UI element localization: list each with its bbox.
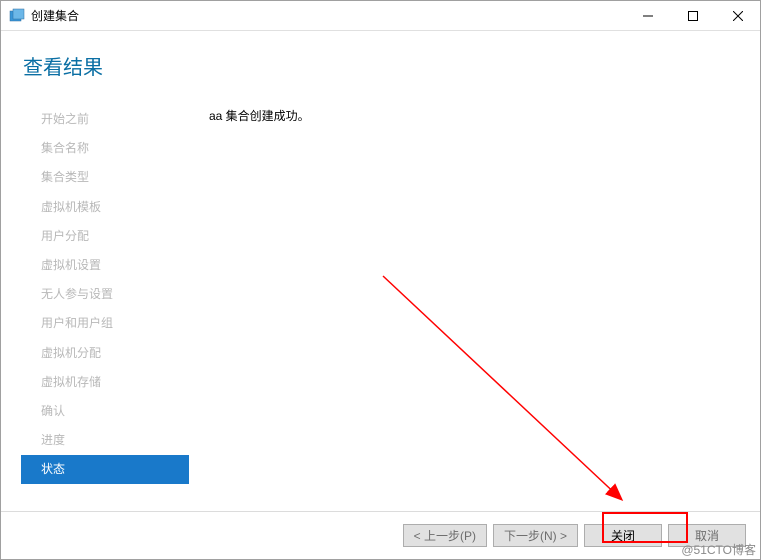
body-area: 查看结果 开始之前 集合名称 集合类型 虚拟机模板 用户分配 虚拟机设置 无人参… [1, 31, 760, 511]
main-pane: aa 集合创建成功。 [209, 105, 740, 511]
sidebar-item-unattended: 无人参与设置 [21, 280, 189, 309]
cancel-button: 取消 [668, 524, 746, 547]
sidebar-item-before-begin: 开始之前 [21, 105, 189, 134]
next-button: 下一步(N) > [493, 524, 578, 547]
sidebar-item-vm-storage: 虚拟机存储 [21, 368, 189, 397]
sidebar-item-vm-allocation: 虚拟机分配 [21, 339, 189, 368]
wizard-window: 创建集合 查看结果 开始之前 集合名称 集合类型 虚拟机模板 用户分配 虚拟机设… [0, 0, 761, 560]
wizard-sidebar: 开始之前 集合名称 集合类型 虚拟机模板 用户分配 虚拟机设置 无人参与设置 用… [21, 105, 189, 511]
close-button[interactable]: 关闭 [584, 524, 662, 547]
sidebar-item-vm-settings: 虚拟机设置 [21, 251, 189, 280]
sidebar-item-user-assignment: 用户分配 [21, 222, 189, 251]
window-title: 创建集合 [31, 7, 625, 24]
sidebar-item-status[interactable]: 状态 [21, 455, 189, 484]
content-row: 开始之前 集合名称 集合类型 虚拟机模板 用户分配 虚拟机设置 无人参与设置 用… [21, 105, 740, 511]
previous-button: < 上一步(P) [403, 524, 487, 547]
page-title: 查看结果 [23, 51, 740, 80]
sidebar-item-vm-template: 虚拟机模板 [21, 193, 189, 222]
sidebar-item-users-groups: 用户和用户组 [21, 309, 189, 338]
minimize-button[interactable] [625, 1, 670, 30]
window-controls [625, 1, 760, 30]
status-message: aa 集合创建成功。 [209, 107, 740, 124]
footer: < 上一步(P) 下一步(N) > 关闭 取消 [1, 511, 760, 559]
close-window-button[interactable] [715, 1, 760, 30]
titlebar: 创建集合 [1, 1, 760, 31]
sidebar-item-progress: 进度 [21, 426, 189, 455]
sidebar-item-collection-type: 集合类型 [21, 163, 189, 192]
sidebar-item-confirm: 确认 [21, 397, 189, 426]
app-icon [9, 8, 25, 24]
maximize-button[interactable] [670, 1, 715, 30]
sidebar-item-collection-name: 集合名称 [21, 134, 189, 163]
